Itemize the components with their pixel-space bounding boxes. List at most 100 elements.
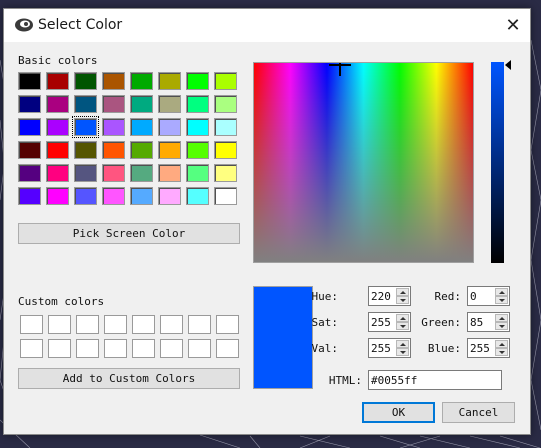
ok-button[interactable]: OK [362, 402, 435, 423]
custom-color-swatch[interactable] [188, 339, 211, 358]
basic-color-swatch[interactable] [46, 141, 69, 159]
basic-color-swatch[interactable] [186, 164, 209, 182]
basic-color-swatch[interactable] [158, 187, 181, 205]
basic-color-swatch[interactable] [130, 141, 153, 159]
basic-color-swatch[interactable] [130, 187, 153, 205]
basic-color-swatch[interactable] [186, 95, 209, 113]
green-spinbox[interactable]: 85 [467, 312, 510, 332]
red-down-icon[interactable] [495, 296, 508, 304]
basic-color-swatch[interactable] [74, 164, 97, 182]
color-spectrum[interactable] [253, 62, 474, 263]
basic-color-swatch[interactable] [214, 95, 237, 113]
basic-color-swatch[interactable] [18, 141, 41, 159]
sat-up-icon[interactable] [396, 314, 409, 322]
crosshair-icon[interactable] [329, 62, 351, 76]
hue-spinbox[interactable]: 220 [368, 286, 411, 306]
basic-color-swatch[interactable] [74, 95, 97, 113]
basic-color-swatch[interactable] [46, 72, 69, 90]
hue-up-icon[interactable] [396, 288, 409, 296]
basic-color-swatch[interactable] [130, 95, 153, 113]
cancel-button[interactable]: Cancel [442, 402, 515, 423]
basic-color-swatch[interactable] [18, 95, 41, 113]
red-value: 0 [470, 290, 477, 303]
basic-color-swatch[interactable] [46, 95, 69, 113]
basic-color-swatch[interactable] [102, 72, 125, 90]
custom-color-swatch[interactable] [188, 315, 211, 334]
green-up-icon[interactable] [495, 314, 508, 322]
val-down-icon[interactable] [396, 348, 409, 356]
blue-label: Blue: [427, 342, 461, 355]
basic-color-swatch[interactable] [130, 118, 153, 136]
basic-color-swatch[interactable] [158, 95, 181, 113]
basic-color-swatch[interactable] [214, 164, 237, 182]
custom-color-swatch[interactable] [48, 339, 71, 358]
basic-color-swatch[interactable] [18, 72, 41, 90]
custom-color-swatch[interactable] [48, 315, 71, 334]
basic-color-swatch[interactable] [158, 141, 181, 159]
custom-color-swatch[interactable] [160, 315, 183, 334]
custom-color-swatch[interactable] [216, 339, 239, 358]
basic-color-swatch[interactable] [186, 118, 209, 136]
basic-color-swatch[interactable] [46, 164, 69, 182]
pick-screen-color-button[interactable]: Pick Screen Color [18, 223, 240, 244]
red-up-icon[interactable] [495, 288, 508, 296]
html-color-input[interactable]: #0055ff [368, 370, 502, 390]
basic-color-swatch[interactable] [214, 187, 237, 205]
basic-color-swatch[interactable] [130, 164, 153, 182]
custom-color-swatch[interactable] [20, 315, 43, 334]
basic-color-swatch[interactable] [186, 141, 209, 159]
basic-color-swatch[interactable] [186, 72, 209, 90]
basic-color-swatch[interactable] [74, 72, 97, 90]
custom-color-swatch[interactable] [76, 315, 99, 334]
custom-color-swatch[interactable] [104, 315, 127, 334]
custom-color-swatch[interactable] [76, 339, 99, 358]
sat-down-icon[interactable] [396, 322, 409, 330]
basic-color-swatch[interactable] [158, 72, 181, 90]
basic-color-swatch[interactable] [214, 141, 237, 159]
custom-color-swatch[interactable] [216, 315, 239, 334]
basic-color-swatch[interactable] [46, 118, 69, 136]
basic-color-swatch[interactable] [46, 187, 69, 205]
basic-color-swatch[interactable] [74, 141, 97, 159]
basic-color-swatch[interactable] [102, 118, 125, 136]
basic-color-swatch[interactable] [186, 187, 209, 205]
hue-down-icon[interactable] [396, 296, 409, 304]
basic-color-swatch[interactable] [158, 118, 181, 136]
basic-color-swatch[interactable] [18, 118, 41, 136]
custom-color-swatch[interactable] [104, 339, 127, 358]
basic-color-swatch[interactable] [18, 164, 41, 182]
blue-up-icon[interactable] [495, 340, 508, 348]
custom-color-swatch[interactable] [160, 339, 183, 358]
sat-value: 255 [371, 316, 391, 329]
basic-colors-grid [18, 72, 237, 205]
basic-color-swatch[interactable] [102, 95, 125, 113]
value-slider-arrow-icon[interactable] [505, 60, 511, 70]
basic-color-swatch[interactable] [102, 187, 125, 205]
custom-color-swatch[interactable] [132, 339, 155, 358]
close-button[interactable]: ✕ [496, 9, 530, 42]
html-label: HTML: [328, 374, 362, 387]
hue-value: 220 [371, 290, 391, 303]
basic-color-swatch[interactable] [214, 72, 237, 90]
basic-color-swatch[interactable] [102, 141, 125, 159]
val-up-icon[interactable] [396, 340, 409, 348]
blue-spinbox[interactable]: 255 [467, 338, 510, 358]
blue-down-icon[interactable] [495, 348, 508, 356]
custom-color-swatch[interactable] [132, 315, 155, 334]
value-slider[interactable] [491, 62, 504, 263]
hue-label: Hue: [311, 290, 339, 303]
basic-color-swatch[interactable] [158, 164, 181, 182]
basic-color-swatch[interactable] [18, 187, 41, 205]
sat-spinbox[interactable]: 255 [368, 312, 411, 332]
green-down-icon[interactable] [495, 322, 508, 330]
basic-color-swatch[interactable] [214, 118, 237, 136]
basic-color-swatch[interactable] [74, 187, 97, 205]
custom-color-swatch[interactable] [20, 339, 43, 358]
add-to-custom-colors-button[interactable]: Add to Custom Colors [18, 368, 240, 389]
basic-color-swatch[interactable] [130, 72, 153, 90]
basic-color-swatch[interactable] [102, 164, 125, 182]
basic-color-swatch[interactable] [72, 116, 99, 138]
close-icon: ✕ [505, 15, 521, 36]
val-spinbox[interactable]: 255 [368, 338, 411, 358]
red-spinbox[interactable]: 0 [467, 286, 510, 306]
